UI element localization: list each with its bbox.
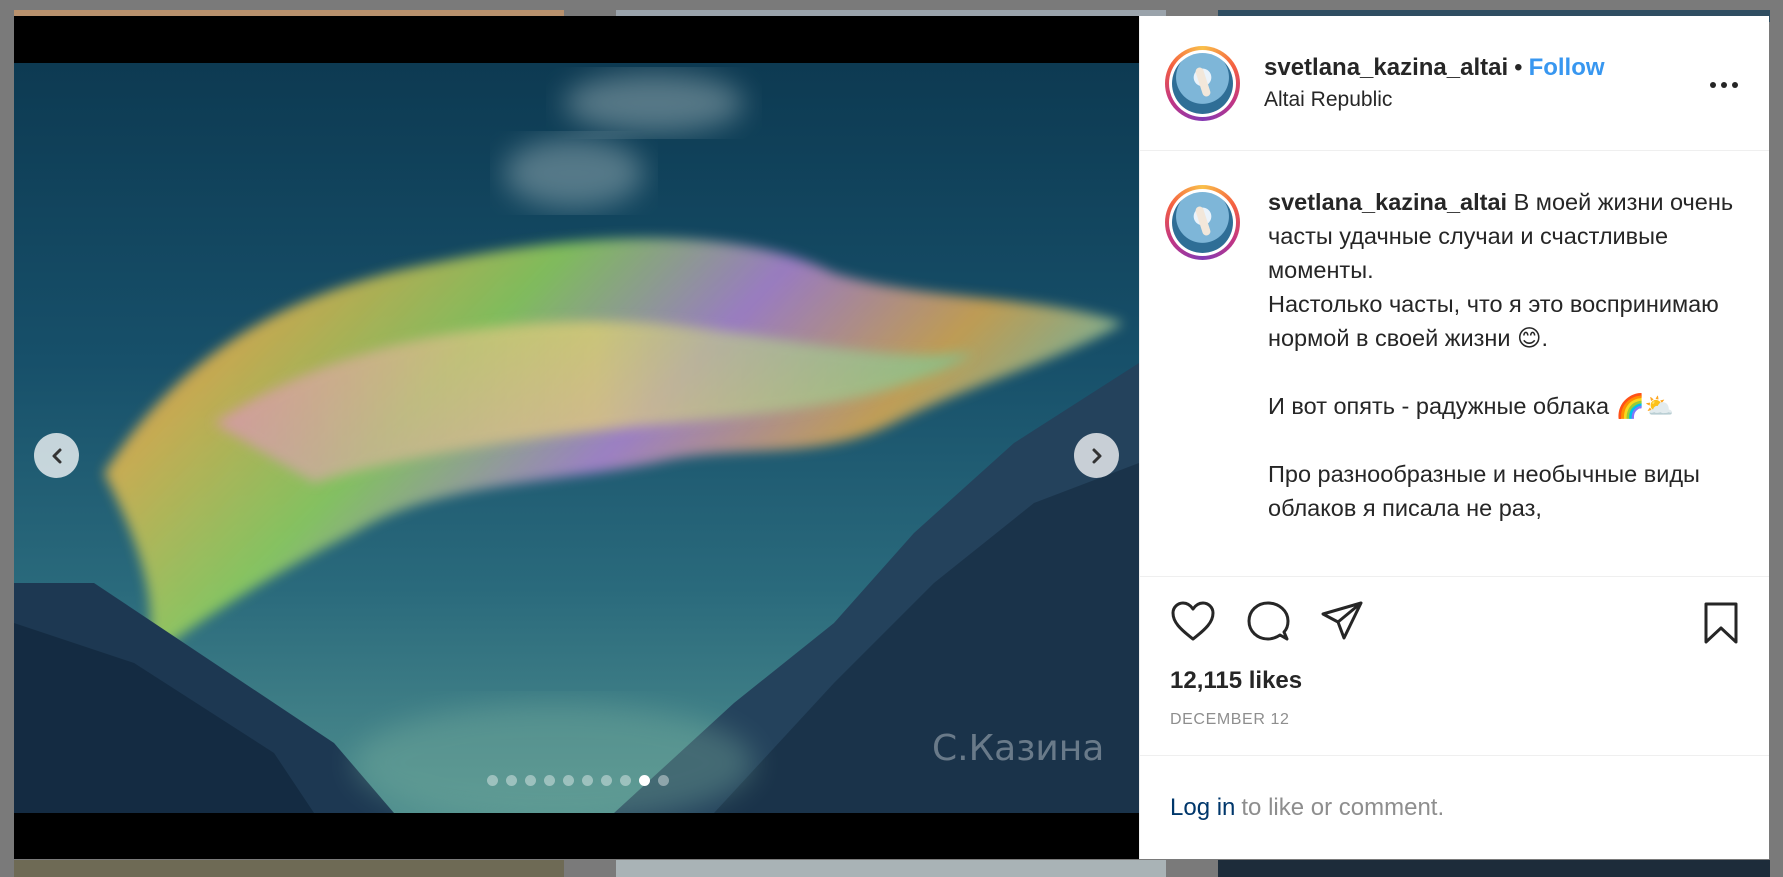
caption-username[interactable]: svetlana_kazina_altai (1268, 189, 1507, 215)
post-actions: 12,115 likes DECEMBER 12 (1140, 576, 1769, 755)
comment-icon (1247, 601, 1290, 641)
login-prompt: Log in to like or comment. (1140, 755, 1769, 859)
caption-line: Настолько часты, что я это воспринимаю н… (1268, 291, 1719, 351)
post-details-panel: svetlana_kazina_altai • Follow Altai Rep… (1139, 16, 1769, 859)
save-button[interactable] (1703, 601, 1739, 650)
slide-dot (639, 775, 650, 786)
photo-watermark: С.Казина (932, 728, 1105, 769)
like-button[interactable] (1170, 600, 1216, 642)
post-date[interactable]: DECEMBER 12 (1170, 711, 1743, 729)
slide-dot (601, 775, 612, 786)
avatar[interactable] (1165, 45, 1240, 121)
slide-dot (563, 775, 574, 786)
caption-line: И вот опять - радужные облака 🌈⛅ (1268, 393, 1675, 419)
login-text: to like or comment. (1241, 793, 1445, 821)
post-modal: С.Казина svetlana_kazina_altai • Follow (14, 16, 1769, 859)
caption-text: svetlana_kazina_altai В моей жизни очень… (1268, 185, 1739, 576)
likes-count[interactable]: 12,115 likes (1170, 667, 1743, 695)
photo-artwork (14, 73, 1139, 813)
caption-avatar[interactable] (1165, 185, 1240, 260)
comment-button[interactable] (1246, 600, 1290, 642)
background-thumbnail (14, 860, 564, 877)
post-header: svetlana_kazina_altai • Follow Altai Rep… (1140, 16, 1769, 151)
caption-line: Про разнообразные и необычные виды облак… (1268, 461, 1700, 521)
post-media: С.Казина (14, 16, 1139, 859)
slide-dot (658, 775, 669, 786)
chevron-right-icon (1092, 448, 1101, 463)
slide-dot (487, 775, 498, 786)
bookmark-icon (1704, 602, 1738, 644)
follow-button[interactable]: Follow (1529, 54, 1605, 82)
heart-icon (1171, 601, 1215, 641)
header-username[interactable]: svetlana_kazina_altai (1264, 54, 1508, 82)
paper-plane-icon (1321, 601, 1363, 640)
separator-dot: • (1514, 54, 1523, 81)
caption-area: svetlana_kazina_altai В моей жизни очень… (1140, 151, 1769, 576)
slide-dot (582, 775, 593, 786)
slide-dot (525, 775, 536, 786)
more-dots-icon (1710, 82, 1738, 88)
slide-dot (544, 775, 555, 786)
slide-dot (506, 775, 517, 786)
post-location[interactable]: Altai Republic (1264, 88, 1605, 112)
share-button[interactable] (1320, 600, 1364, 642)
chevron-left-icon (52, 448, 61, 463)
slide-indicator (487, 775, 669, 786)
background-thumbnail (616, 860, 1166, 877)
background-thumbnail (1218, 860, 1770, 877)
post-photo: С.Казина (14, 63, 1139, 813)
slide-dot (620, 775, 631, 786)
more-options-button[interactable] (1709, 76, 1739, 94)
previous-slide-button[interactable] (34, 433, 79, 478)
next-slide-button[interactable] (1074, 433, 1119, 478)
login-link[interactable]: Log in (1170, 794, 1235, 822)
